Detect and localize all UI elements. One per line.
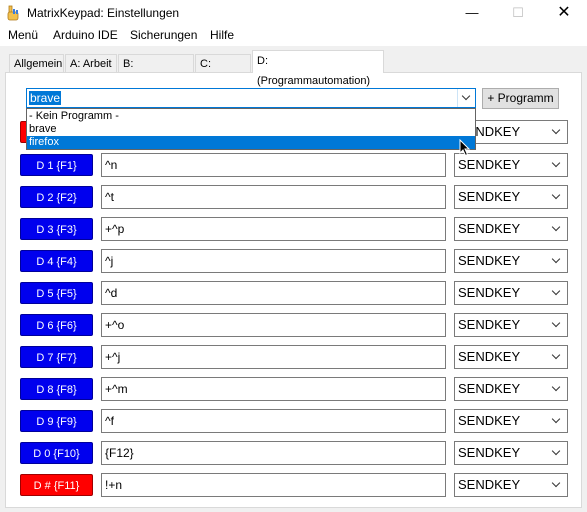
action-select-label: SENDKEY	[458, 477, 521, 492]
chevron-down-icon	[551, 414, 561, 424]
minimize-button[interactable]: —	[449, 0, 495, 26]
key-button-d4[interactable]: D 4 {F4}	[20, 250, 93, 272]
menu-bar: Menü Arduino IDE Sicherungen Hilfe	[0, 26, 587, 46]
chevron-down-icon	[551, 125, 561, 135]
action-select-label: SENDKEY	[458, 349, 521, 364]
action-select-label: SENDKEY	[458, 221, 521, 236]
chevron-down-icon	[551, 382, 561, 392]
action-select-d4[interactable]: SENDKEY	[454, 249, 568, 273]
action-select-d3[interactable]: SENDKEY	[454, 217, 568, 241]
window-title: MatrixKeypad: Einstellungen	[27, 6, 180, 20]
chevron-down-icon	[551, 446, 561, 456]
menu-item-menu[interactable]: Menü	[8, 28, 38, 42]
chevron-down-icon	[551, 350, 561, 360]
chevron-down-icon	[551, 158, 561, 168]
key-button-d8[interactable]: D 8 {F8}	[20, 378, 93, 400]
action-select-d1[interactable]: SENDKEY	[454, 153, 568, 177]
chevron-down-icon	[551, 286, 561, 296]
key-value-field-d4[interactable]: ^j	[101, 249, 446, 273]
key-button-d1[interactable]: D 1 {F1}	[20, 154, 93, 176]
menu-item-sicherungen[interactable]: Sicherungen	[130, 28, 197, 42]
key-value-field-d6[interactable]: +^o	[101, 313, 446, 337]
action-select-label: SENDKEY	[458, 317, 521, 332]
action-select-label: SENDKEY	[458, 413, 521, 428]
key-value-field-dhash[interactable]: !+n	[101, 473, 446, 497]
dropdown-option-firefox[interactable]: firefox	[27, 136, 475, 149]
chevron-down-icon	[461, 91, 471, 101]
program-combobox-value: brave	[29, 91, 62, 105]
action-select-label: SENDKEY	[458, 157, 521, 172]
program-combobox[interactable]: brave	[26, 88, 476, 108]
program-dropdown-list: - Kein Programm - brave firefox	[26, 108, 476, 150]
hand-pointer-icon	[7, 5, 19, 21]
key-value-field-d3[interactable]: +^p	[101, 217, 446, 241]
chevron-down-icon	[551, 190, 561, 200]
combobox-dropdown-button[interactable]	[457, 89, 475, 107]
tab-programmautomation[interactable]: D: (Programmautomation)	[252, 50, 384, 87]
key-value-field-d5[interactable]: ^d	[101, 281, 446, 305]
key-button-d5[interactable]: D 5 {F5}	[20, 282, 93, 304]
tab-funktionen[interactable]: B: Funktionen	[118, 54, 194, 88]
dropdown-option-none[interactable]: - Kein Programm -	[27, 110, 475, 123]
key-button-d7[interactable]: D 7 {F7}	[20, 346, 93, 368]
chevron-down-icon	[551, 318, 561, 328]
action-select-d6[interactable]: SENDKEY	[454, 313, 568, 337]
action-select-d2[interactable]: SENDKEY	[454, 185, 568, 209]
menu-item-hilfe[interactable]: Hilfe	[210, 28, 234, 42]
action-select-d5[interactable]: SENDKEY	[454, 281, 568, 305]
add-program-button[interactable]: + Programm	[482, 88, 559, 109]
key-button-d9[interactable]: D 9 {F9}	[20, 410, 93, 432]
action-select-label: SENDKEY	[458, 285, 521, 300]
dropdown-option-brave[interactable]: brave	[27, 123, 475, 136]
key-value-field-d1[interactable]: ^n	[101, 153, 446, 177]
action-select-label: SENDKEY	[458, 381, 521, 396]
action-select-d7[interactable]: SENDKEY	[454, 345, 568, 369]
action-select-d9[interactable]: SENDKEY	[454, 409, 568, 433]
key-button-d6[interactable]: D 6 {F6}	[20, 314, 93, 336]
tab-allgemein[interactable]: Allgemein	[9, 54, 64, 72]
key-button-d3[interactable]: D 3 {F3}	[20, 218, 93, 240]
action-select-label: SENDKEY	[458, 445, 521, 460]
close-button[interactable]: ✕	[541, 0, 587, 26]
action-select-label: SENDKEY	[458, 253, 521, 268]
menu-item-arduino-ide[interactable]: Arduino IDE	[53, 28, 118, 42]
mouse-cursor-icon	[459, 139, 471, 157]
key-value-field-d2[interactable]: ^t	[101, 185, 446, 209]
key-value-field-d7[interactable]: +^j	[101, 345, 446, 369]
chevron-down-icon	[551, 222, 561, 232]
title-bar: MatrixKeypad: Einstellungen — ☐ ✕	[0, 0, 587, 26]
maximize-button[interactable]: ☐	[495, 0, 541, 26]
action-select-dhash[interactable]: SENDKEY	[454, 473, 568, 497]
key-value-field-d0[interactable]: {F12}	[101, 441, 446, 465]
chevron-down-icon	[551, 478, 561, 488]
action-select-d0[interactable]: SENDKEY	[454, 441, 568, 465]
action-select-label: SENDKEY	[458, 189, 521, 204]
key-value-field-d9[interactable]: ^f	[101, 409, 446, 433]
action-select-d8[interactable]: SENDKEY	[454, 377, 568, 401]
key-value-field-d8[interactable]: +^m	[101, 377, 446, 401]
key-button-d2[interactable]: D 2 {F2}	[20, 186, 93, 208]
key-button-d0[interactable]: D 0 {F10}	[20, 442, 93, 464]
chevron-down-icon	[551, 254, 561, 264]
tab-arbeit[interactable]: A: Arbeit	[65, 54, 117, 72]
key-button-dhash[interactable]: D # {F11}	[20, 474, 93, 496]
tab-scripts[interactable]: C: Scripts	[195, 54, 251, 88]
